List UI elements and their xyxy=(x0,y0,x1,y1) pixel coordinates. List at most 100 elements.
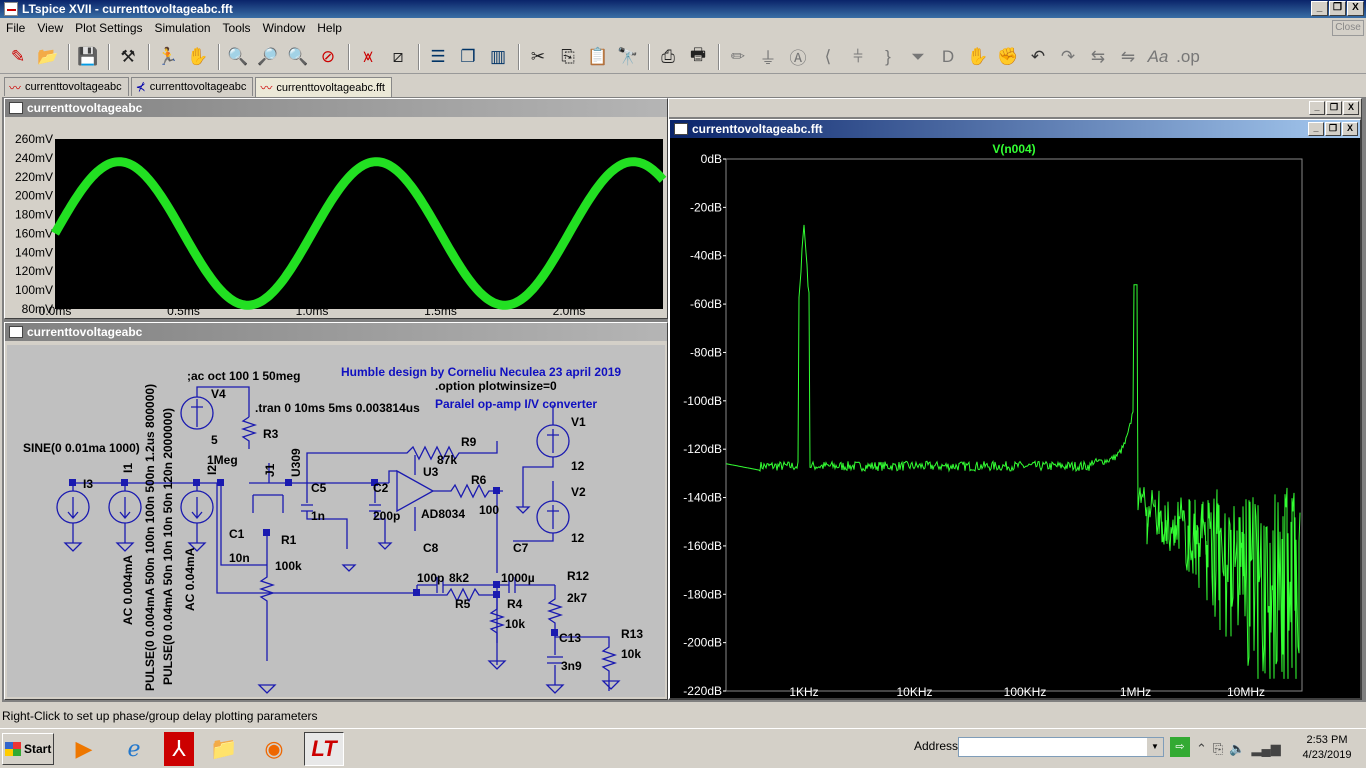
fft-window-title[interactable]: currenttovoltageabc.fft _ ❐ X xyxy=(670,120,1360,138)
converter-text[interactable]: Paralel op-amp I/V converter xyxy=(435,397,597,411)
internet-explorer-icon[interactable]: ℯ xyxy=(114,732,154,766)
c5-value[interactable]: 1n xyxy=(311,509,325,523)
v1-value[interactable]: 12 xyxy=(571,459,584,473)
tab-schematic[interactable]: ⊀ currenttovoltageabc xyxy=(130,77,254,96)
fft-outer-close-button[interactable]: X xyxy=(1343,101,1359,115)
menu-tools[interactable]: Tools xyxy=(217,21,257,35)
r9-label[interactable]: R9 xyxy=(461,435,476,449)
restore-button[interactable]: ❐ xyxy=(1329,1,1346,16)
r9-value[interactable]: 87k xyxy=(437,453,457,467)
spice-directive-icon[interactable]: .op xyxy=(1174,43,1202,71)
cut-icon[interactable]: ✂ xyxy=(524,43,552,71)
v1-label[interactable]: V1 xyxy=(571,415,586,429)
wire-icon[interactable]: ✏ xyxy=(724,43,752,71)
signal-icon[interactable]: ▂▄▆ xyxy=(1252,741,1281,757)
waveform-plot[interactable]: 260mV 240mV 220mV 200mV 180mV 160mV 140mV 120mV… xyxy=(5,117,667,317)
v4-value[interactable]: 5 xyxy=(211,433,218,447)
zoom-in-icon[interactable]: 🔍 xyxy=(224,43,252,71)
open-icon[interactable]: 📂 xyxy=(34,43,62,71)
c8-value[interactable]: 100p xyxy=(417,571,444,585)
zoom-area-icon[interactable]: 🔎 xyxy=(254,43,282,71)
schematic-window-title[interactable]: currenttovoltageabc xyxy=(5,323,667,341)
c1-value[interactable]: 10n xyxy=(229,551,250,565)
label-icon[interactable]: Ⓐ xyxy=(784,43,812,71)
menu-window[interactable]: Window xyxy=(257,21,312,35)
i2-ac[interactable]: AC 0.04mA xyxy=(183,548,197,611)
r4-label[interactable]: R4 xyxy=(507,597,522,611)
menu-simulation[interactable]: Simulation xyxy=(149,21,217,35)
i3-sine[interactable]: SINE(0 0.01ma 1000) xyxy=(23,441,140,455)
cascade-icon[interactable]: ❐ xyxy=(454,43,482,71)
ac-directive[interactable]: ;ac oct 100 1 50meg xyxy=(187,369,300,383)
c1-label[interactable]: C1 xyxy=(229,527,244,541)
pan-icon[interactable]: ✋ xyxy=(184,43,212,71)
c13-value[interactable]: 3n9 xyxy=(561,659,582,673)
r12-value[interactable]: 2k7 xyxy=(567,591,587,605)
zoom-out-icon[interactable]: 🔍 xyxy=(284,43,312,71)
text-icon[interactable]: Aa xyxy=(1144,43,1172,71)
j1-label[interactable]: J1 xyxy=(263,464,277,477)
start-button[interactable]: Start xyxy=(2,732,54,765)
r1-value[interactable]: 100k xyxy=(275,559,302,573)
waveform-window-title[interactable]: currenttovoltageabc xyxy=(5,99,667,117)
chevron-up-icon[interactable]: ⌃ xyxy=(1196,741,1207,757)
i2-pulse[interactable]: PULSE(0 0.04mA 50n 10n 10n 50n 120n 2000… xyxy=(161,408,175,685)
ground-icon[interactable]: ⏚ xyxy=(754,43,782,71)
mdi-close-box[interactable]: Close xyxy=(1332,20,1364,36)
fft-restore-button[interactable]: ❐ xyxy=(1325,122,1341,136)
r5-value[interactable]: 8k2 xyxy=(449,571,469,585)
capacitor-icon[interactable]: ⫩ xyxy=(844,43,872,71)
control-panel-icon[interactable]: ⚒ xyxy=(114,43,142,71)
save-icon[interactable]: 💾 xyxy=(74,43,102,71)
r12-label[interactable]: R12 xyxy=(567,569,589,583)
component-icon[interactable]: D xyxy=(934,43,962,71)
run-icon[interactable]: 🏃 xyxy=(154,43,182,71)
menu-help[interactable]: Help xyxy=(311,21,348,35)
go-button[interactable]: ⇨ xyxy=(1170,737,1190,757)
tile-horizontal-icon[interactable]: ☰ xyxy=(424,43,452,71)
v4-label[interactable]: V4 xyxy=(211,387,226,401)
drag-icon[interactable]: ✊ xyxy=(994,43,1022,71)
ltspice-taskbar-icon[interactable]: LT xyxy=(304,731,344,766)
acrobat-icon[interactable]: ⅄ xyxy=(164,731,194,766)
rotate-icon[interactable]: ⇆ xyxy=(1084,43,1112,71)
diode-icon[interactable]: ⏷ xyxy=(904,43,932,71)
zoom-full-icon[interactable]: ⧄ xyxy=(384,43,412,71)
r3-label[interactable]: R3 xyxy=(263,427,278,441)
r4-value[interactable]: 10k xyxy=(505,617,525,631)
file-explorer-icon[interactable]: 📁 xyxy=(204,732,244,766)
r13-label[interactable]: R13 xyxy=(621,627,643,641)
clock[interactable]: 2:53 PM 4/23/2019 xyxy=(1288,733,1366,763)
c13-label[interactable]: C13 xyxy=(559,631,581,645)
move-icon[interactable]: ✋ xyxy=(964,43,992,71)
r6-label[interactable]: R6 xyxy=(471,473,486,487)
print-icon[interactable]: ⎙ xyxy=(654,43,682,71)
fft-trace-name[interactable]: V(n004) xyxy=(992,142,1035,156)
i1-ac[interactable]: AC 0.004mA xyxy=(121,555,135,625)
r1-label[interactable]: R1 xyxy=(281,533,296,547)
redo-icon[interactable]: ↷ xyxy=(1054,43,1082,71)
fft-outer-restore-button[interactable]: ❐ xyxy=(1326,101,1342,115)
u3-value[interactable]: AD8034 xyxy=(421,507,465,521)
paste-icon[interactable]: 📋 xyxy=(584,43,612,71)
menu-view[interactable]: View xyxy=(31,21,69,35)
menu-file[interactable]: File xyxy=(0,21,31,35)
c8-label[interactable]: C8 xyxy=(423,541,438,555)
tran-directive[interactable]: .tran 0 10ms 5ms 0.003814us xyxy=(255,401,420,415)
zoom-cancel-icon[interactable]: ⊘ xyxy=(314,43,342,71)
c2-label[interactable]: C2 xyxy=(373,481,388,495)
u309-label[interactable]: U309 xyxy=(289,448,303,477)
media-player-icon[interactable]: ▶ xyxy=(64,732,104,766)
inductor-icon[interactable]: } xyxy=(874,43,902,71)
fft-outer-minimize-button[interactable]: _ xyxy=(1309,101,1325,115)
fft-close-button[interactable]: X xyxy=(1342,122,1358,136)
c2-value[interactable]: 200p xyxy=(373,509,400,523)
tab-fft[interactable]: 〰 currenttovoltageabc.fft xyxy=(255,77,392,97)
autorange-icon[interactable]: ⩙ xyxy=(354,43,382,71)
i3-label[interactable]: I3 xyxy=(83,477,93,491)
firefox-icon[interactable]: ◉ xyxy=(254,732,294,766)
c5-label[interactable]: C5 xyxy=(311,481,326,495)
resistor-icon[interactable]: ⟨ xyxy=(814,43,842,71)
fft-outer-title[interactable]: _ ❐ X xyxy=(669,99,1361,117)
option-directive[interactable]: .option plotwinsize=0 xyxy=(435,379,557,393)
